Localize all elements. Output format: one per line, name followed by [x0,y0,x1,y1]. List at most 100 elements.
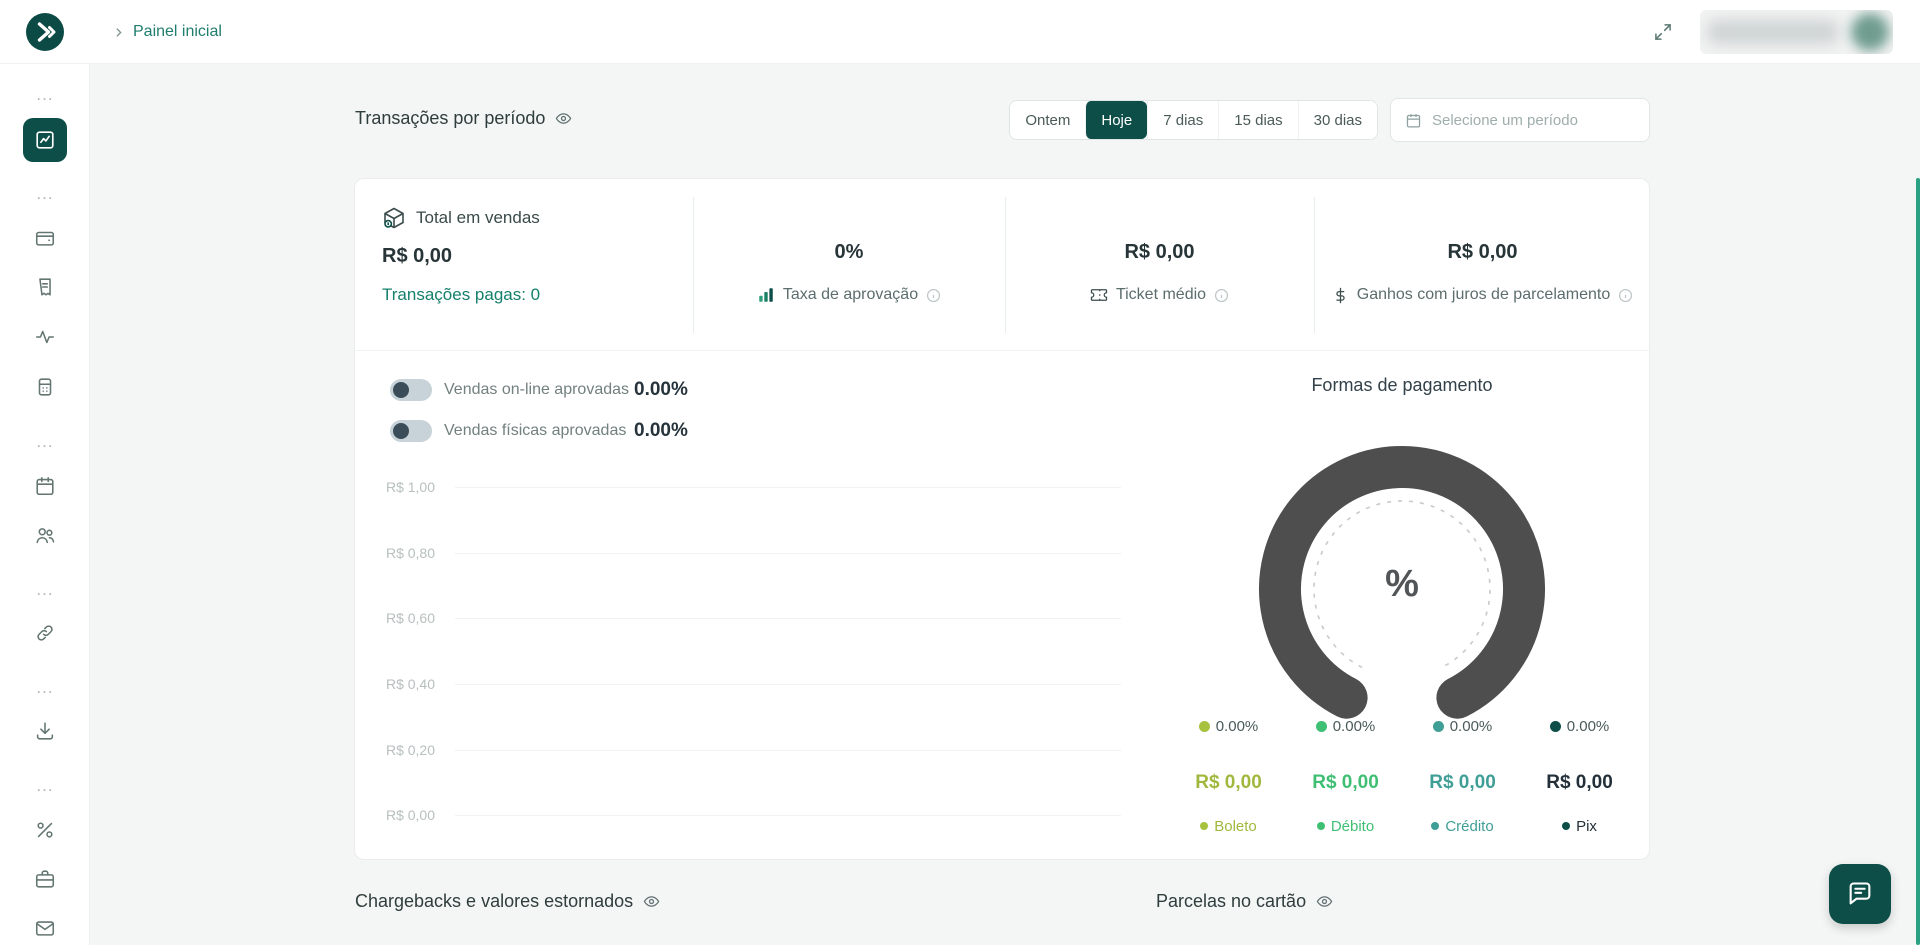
boleto-label: Boleto [1214,818,1257,835]
online-sales-value: 0.00% [634,379,688,401]
sidebar-item-mail[interactable] [0,917,90,939]
gridline [455,553,1121,554]
debito-dot [1316,721,1327,732]
support-chat-button[interactable] [1829,864,1891,924]
debito-amount: R$ 0,00 [1287,771,1404,795]
total-sales-label: Total em vendas [416,208,540,228]
toggle-knob [393,382,409,398]
sidebar-item-dashboard[interactable] [23,118,67,162]
main-content: Transações por período Ontem Hoje 7 dias… [90,64,1920,945]
approval-rate-value: 0% [835,241,864,264]
period-controls: Ontem Hoje 7 dias 15 dias 30 dias [1009,98,1650,142]
breadcrumb-item-painel-inicial[interactable]: Painel inicial [133,23,222,41]
fullscreen-button[interactable] [1653,22,1673,42]
stat-average-ticket: R$ 0,00 Ticket médio [1005,179,1314,350]
gridline [455,750,1121,751]
credito-label: Crédito [1445,818,1493,835]
date-range-input[interactable] [1432,112,1635,129]
legend-label-boleto: Boleto [1170,816,1287,836]
user-account-blurred[interactable] [1700,10,1893,54]
legend-label-credito: Crédito [1404,816,1521,836]
online-sales-label: Vendas on-line aprovadas [444,381,634,399]
user-name-blurred [1708,20,1838,44]
debito-percent: 0.00% [1333,718,1376,735]
date-range-picker[interactable] [1390,98,1650,142]
legend-percent-debito: 0.00% [1287,716,1404,736]
payment-methods-legend: 0.00% 0.00% 0.00% 0.00% R$ 0,00 R$ 0,00 … [1170,716,1640,836]
sidebar-item-percent[interactable] [0,819,90,841]
installments-visibility-toggle[interactable] [1316,893,1333,910]
sidebar-item-pos[interactable] [0,376,90,398]
percent-icon [34,819,56,841]
sidebar-item-customers[interactable] [0,524,90,546]
period-button-ontem[interactable]: Ontem [1010,101,1085,139]
activity-icon [34,326,56,348]
divider [1314,197,1315,333]
pix-dot [1562,822,1570,830]
credito-dot [1431,822,1439,830]
bar-chart-icon [757,286,775,304]
interest-info-tooltip[interactable] [1618,288,1633,303]
gridline [455,684,1121,685]
approval-info-tooltip[interactable] [926,288,941,303]
sidebar-item-download[interactable] [0,720,90,742]
sidebar-item-activity[interactable] [0,326,90,348]
online-sales-toggle[interactable] [390,379,432,401]
sidebar-item-receipt[interactable] [0,276,90,298]
debito-dot [1317,822,1325,830]
average-ticket-label: Ticket médio [1116,286,1206,304]
breadcrumb: Painel inicial [112,0,222,64]
link-icon [34,622,56,644]
sidebar-placeholder-dots: ... [0,187,90,201]
users-icon [34,524,56,546]
stats-row: Total em vendas R$ 0,00 Transações pagas… [355,179,1649,351]
sidebar-placeholder-dots: ... [0,583,90,597]
boleto-percent: 0.00% [1216,718,1259,735]
boleto-dot [1199,721,1210,732]
y-axis-tick: R$ 1,00 [375,479,435,495]
period-segmented-control: Ontem Hoje 7 dias 15 dias 30 dias [1009,100,1378,140]
credito-dot [1433,721,1444,732]
period-button-hoje[interactable]: Hoje [1085,101,1147,139]
info-icon [926,288,941,303]
eye-icon [555,110,572,127]
ticket-info-tooltip[interactable] [1214,288,1229,303]
credito-amount: R$ 0,00 [1404,771,1521,795]
physical-sales-value: 0.00% [634,420,688,442]
chargebacks-visibility-toggle[interactable] [643,893,660,910]
y-axis-tick: R$ 0,00 [375,807,435,823]
physical-sales-toggle[interactable] [390,420,432,442]
legend-percent-boleto: 0.00% [1170,716,1287,736]
sidebar-item-wallet[interactable] [0,227,90,249]
y-axis-tick: R$ 0,40 [375,676,435,692]
pos-terminal-icon [34,376,56,398]
sidebar-item-link[interactable] [0,622,90,644]
sidebar-item-briefcase[interactable] [0,868,90,890]
briefcase-icon [34,868,56,890]
transactions-card: Total em vendas R$ 0,00 Transações pagas… [354,178,1650,860]
period-button-7dias[interactable]: 7 dias [1147,101,1218,139]
sidebar: ... ... ... ... [0,64,90,945]
sidebar-item-calendar[interactable] [0,475,90,497]
eye-icon [1316,893,1333,910]
y-axis-tick: R$ 0,80 [375,545,435,561]
sidebar-placeholder-dots: ... [0,779,90,793]
period-button-30dias[interactable]: 30 dias [1298,101,1377,139]
app-logo[interactable] [25,12,65,52]
credito-percent: 0.00% [1450,718,1493,735]
total-sales-value: R$ 0,00 [382,245,693,268]
installments-title-text: Parcelas no cartão [1156,891,1306,912]
scrollbar-thumb[interactable] [1916,178,1920,945]
page-title: Transações por período [355,108,572,129]
top-bar: Painel inicial [0,0,1920,64]
period-chart-title: Transações por período [355,108,545,129]
period-button-15dias[interactable]: 15 dias [1218,101,1297,139]
legend-label-pix: Pix [1521,816,1638,836]
info-icon [1214,288,1229,303]
gridline [455,618,1121,619]
physical-sales-label: Vendas físicas aprovadas [444,422,634,440]
chargebacks-section-title: Chargebacks e valores estornados [355,891,660,912]
visibility-toggle[interactable] [555,110,572,127]
download-icon [34,720,56,742]
pix-dot [1550,721,1561,732]
